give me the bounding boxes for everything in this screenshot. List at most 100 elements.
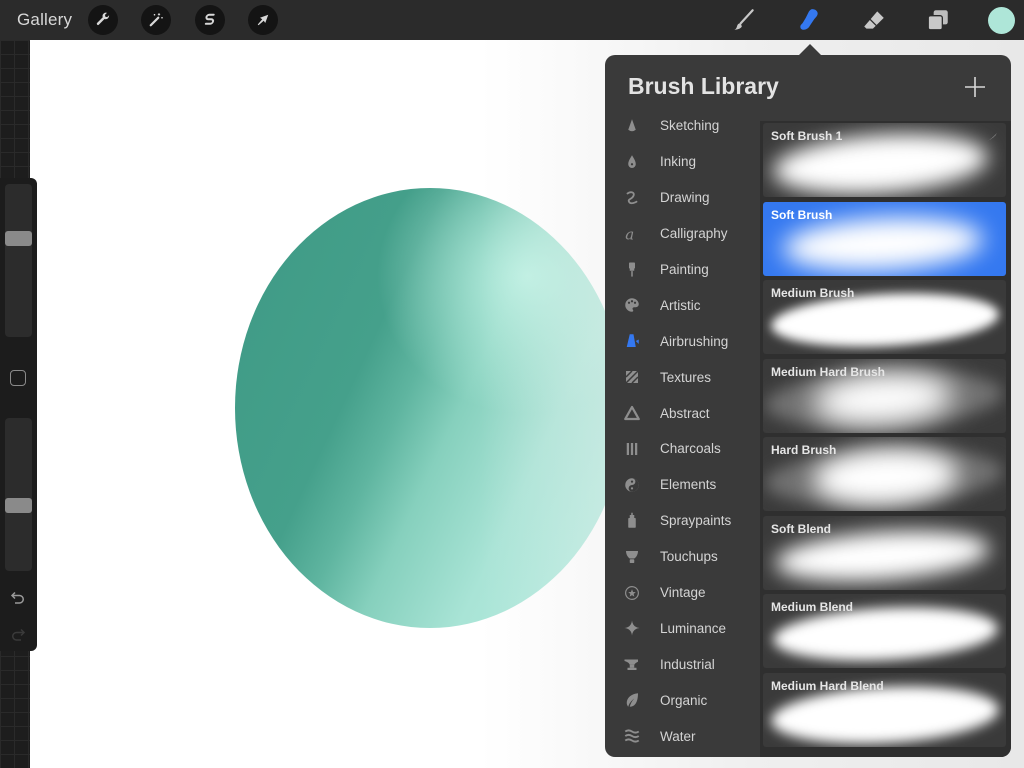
brush-name: Soft Brush <box>771 207 833 222</box>
brush-item[interactable]: Medium Hard Brush <box>763 358 1006 433</box>
brush-category-label: Elements <box>660 477 717 493</box>
arrow-cursor-icon <box>257 14 269 26</box>
brush-item[interactable]: Medium Brush <box>763 280 1006 354</box>
smudge-finger-icon <box>800 9 818 30</box>
brush-list: Soft Brush 1 Soft Brush Medium Brush Medium… <box>760 121 1011 757</box>
star-badge-icon <box>622 583 642 603</box>
opacity-slider-thumb[interactable] <box>5 498 32 514</box>
opacity-slider[interactable] <box>5 418 32 571</box>
brush-item[interactable]: Soft Brush <box>763 201 1006 276</box>
layers-icon <box>927 10 948 31</box>
add-brush-button[interactable] <box>963 75 987 99</box>
brush-name: Medium Brush <box>771 286 855 300</box>
eraser-icon <box>864 11 884 29</box>
color-picker-button[interactable] <box>988 7 1015 34</box>
brush-category-artistic[interactable]: Artistic <box>605 287 760 323</box>
smudge-tool-button[interactable] <box>795 6 823 34</box>
brush-category-label: Industrial <box>660 656 715 672</box>
undo-icon <box>10 591 24 604</box>
redo-button[interactable] <box>9 625 27 643</box>
brush-item[interactable]: Soft Brush 1 <box>763 123 1006 197</box>
brush-category-inking[interactable]: Inking <box>605 144 760 180</box>
brush-category-touchups[interactable]: Touchups <box>605 539 760 575</box>
brush-size-slider[interactable] <box>5 184 32 337</box>
brush-stroke-preview <box>781 212 985 275</box>
leaf-icon <box>622 690 642 710</box>
wrench-icon <box>96 12 110 26</box>
brush-name: Soft Blend <box>771 521 831 536</box>
squiggle-icon <box>622 188 642 208</box>
brush-category-label: Abstract <box>660 405 710 421</box>
brush-name: Hard Brush <box>771 443 837 457</box>
brush-name: Medium Blend <box>771 600 854 614</box>
spray-can-icon <box>622 511 642 531</box>
brush-category-label: Spraypaints <box>660 513 732 529</box>
brush-category-label: Charcoals <box>660 441 721 457</box>
paint-tool-button[interactable] <box>730 6 758 34</box>
gallery-button[interactable]: Gallery <box>17 10 72 30</box>
hatched-square-icon <box>622 367 642 387</box>
adjustments-button[interactable] <box>141 5 171 35</box>
charcoal-sticks-icon <box>622 439 642 459</box>
brush-category-label: Airbrushing <box>660 333 729 349</box>
brush-category-water[interactable]: Water <box>605 718 760 754</box>
brush-category-label: Vintage <box>660 585 706 601</box>
brush-category-painting[interactable]: Painting <box>605 252 760 288</box>
layers-button[interactable] <box>924 6 952 34</box>
anvil-icon <box>622 654 642 674</box>
sparkle-icon <box>622 618 642 638</box>
pencil-tip-icon <box>622 116 642 136</box>
brush-category-organic[interactable]: Organic <box>605 682 760 718</box>
brush-category-label: Organic <box>660 692 708 708</box>
brush-category-charcoals[interactable]: Charcoals <box>605 431 760 467</box>
square-modifier-icon[interactable] <box>10 370 26 386</box>
brush-category-label: Sketching <box>660 118 720 134</box>
procreate-app: Gallery Brush Library Sketching Inking D… <box>0 0 1024 768</box>
brush-category-sketching[interactable]: Sketching <box>605 108 760 144</box>
brush-item[interactable]: Medium Blend <box>763 594 1006 668</box>
brush-category-vintage[interactable]: Vintage <box>605 575 760 611</box>
yin-yang-icon <box>622 475 642 495</box>
brush-category-industrial[interactable]: Industrial <box>605 646 760 682</box>
selection-button[interactable] <box>195 5 225 35</box>
paintbrush-icon <box>622 260 642 280</box>
brush-category-label: Water <box>660 728 696 744</box>
svg-text:a: a <box>625 225 634 243</box>
brush-category-elements[interactable]: Elements <box>605 467 760 503</box>
selection-s-icon <box>204 13 215 25</box>
brush-item[interactable]: Medium Hard Blend <box>763 672 1006 747</box>
brush-category-calligraphy[interactable]: a Calligraphy <box>605 216 760 252</box>
brush-category-luminance[interactable]: Luminance <box>605 610 760 646</box>
brush-category-airbrushing[interactable]: Airbrushing <box>605 323 760 359</box>
brush-category-textures[interactable]: Textures <box>605 359 760 395</box>
brush-size-slider-thumb[interactable] <box>5 231 32 247</box>
brush-category-abstract[interactable]: Abstract <box>605 395 760 431</box>
brush-item[interactable]: Hard Brush <box>763 437 1006 511</box>
brush-category-label: Luminance <box>660 620 727 636</box>
actions-button[interactable] <box>88 5 118 35</box>
palette-icon <box>622 295 642 315</box>
brush-category-label: Touchups <box>660 549 718 565</box>
airbrush-icon <box>622 331 642 351</box>
sidebar <box>0 178 37 651</box>
brush-category-label: Textures <box>660 369 712 385</box>
brush-category-label: Calligraphy <box>660 226 728 242</box>
eraser-tool-button[interactable] <box>860 6 888 34</box>
magic-wand-icon <box>149 13 163 27</box>
brush-category-drawing[interactable]: Drawing <box>605 180 760 216</box>
undo-button[interactable] <box>9 588 27 606</box>
brush-name: Soft Brush 1 <box>771 129 843 143</box>
edited-brush-icon <box>986 129 998 141</box>
brush-name: Medium Hard Blend <box>771 678 884 693</box>
panel-title: Brush Library <box>628 73 779 99</box>
brush-category-spraypaints[interactable]: Spraypaints <box>605 503 760 539</box>
makeup-brush-icon <box>622 547 642 567</box>
brush-category-label: Inking <box>660 154 697 170</box>
brush-name: Medium Hard Brush <box>771 364 886 379</box>
brush-category-label: Artistic <box>660 297 701 313</box>
transform-button[interactable] <box>248 5 278 35</box>
top-toolbar: Gallery <box>0 0 1024 40</box>
brush-item[interactable]: Soft Blend <box>763 515 1006 590</box>
script-a-icon: a <box>622 224 642 244</box>
brush-category-label: Painting <box>660 262 709 277</box>
